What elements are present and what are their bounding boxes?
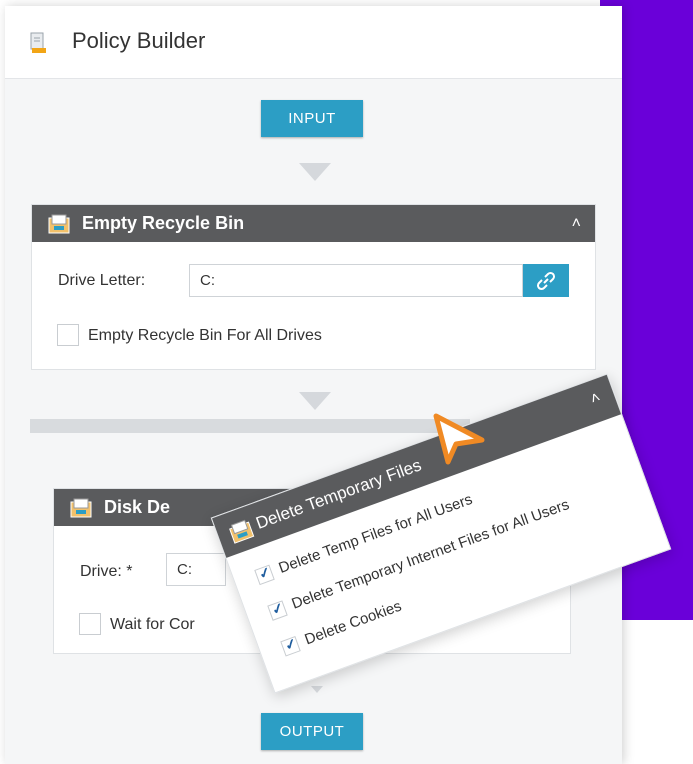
flow-arrow bbox=[299, 392, 331, 410]
document-icon bbox=[30, 32, 46, 53]
drive-letter-input[interactable]: C: bbox=[189, 264, 523, 297]
card-title: Empty Recycle Bin bbox=[82, 213, 245, 233]
card-header[interactable]: Empty Recycle Bin ˄ bbox=[32, 205, 595, 242]
flow-arrow bbox=[311, 686, 323, 693]
panel-header: Policy Builder bbox=[5, 6, 622, 79]
output-button[interactable]: OUTPUT bbox=[261, 713, 363, 750]
wait-checkbox[interactable] bbox=[79, 613, 101, 635]
all-drives-checkbox[interactable] bbox=[57, 324, 79, 346]
checked-checkbox[interactable] bbox=[280, 636, 301, 657]
flow-arrow bbox=[299, 163, 331, 181]
drive-input[interactable]: C: bbox=[166, 553, 226, 586]
drive-label: Drive: * bbox=[80, 563, 133, 580]
card-title: Disk De bbox=[104, 497, 171, 517]
input-button[interactable]: INPUT bbox=[261, 100, 363, 137]
pointer-cursor-icon bbox=[433, 413, 485, 465]
chevron-up-icon[interactable]: ˄ bbox=[572, 215, 581, 233]
page-title: Policy Builder bbox=[72, 28, 206, 53]
checked-checkbox[interactable] bbox=[267, 600, 288, 621]
drive-letter-label: Drive Letter: bbox=[58, 272, 146, 289]
wait-label: Wait for Cor bbox=[110, 616, 195, 633]
task-icon bbox=[229, 519, 255, 544]
empty-recycle-bin-card: Empty Recycle Bin ˄ Drive Letter: C: Emp… bbox=[31, 204, 596, 370]
all-drives-label: Empty Recycle Bin For All Drives bbox=[88, 327, 322, 344]
chevron-up-icon[interactable]: ˄ bbox=[588, 389, 603, 409]
checked-checkbox[interactable] bbox=[254, 564, 275, 586]
connector-bar bbox=[30, 419, 470, 433]
task-icon bbox=[70, 498, 92, 518]
link-button[interactable] bbox=[523, 264, 569, 297]
option-label: Delete Cookies bbox=[302, 597, 404, 649]
link-icon bbox=[536, 271, 556, 290]
task-icon bbox=[48, 214, 70, 234]
